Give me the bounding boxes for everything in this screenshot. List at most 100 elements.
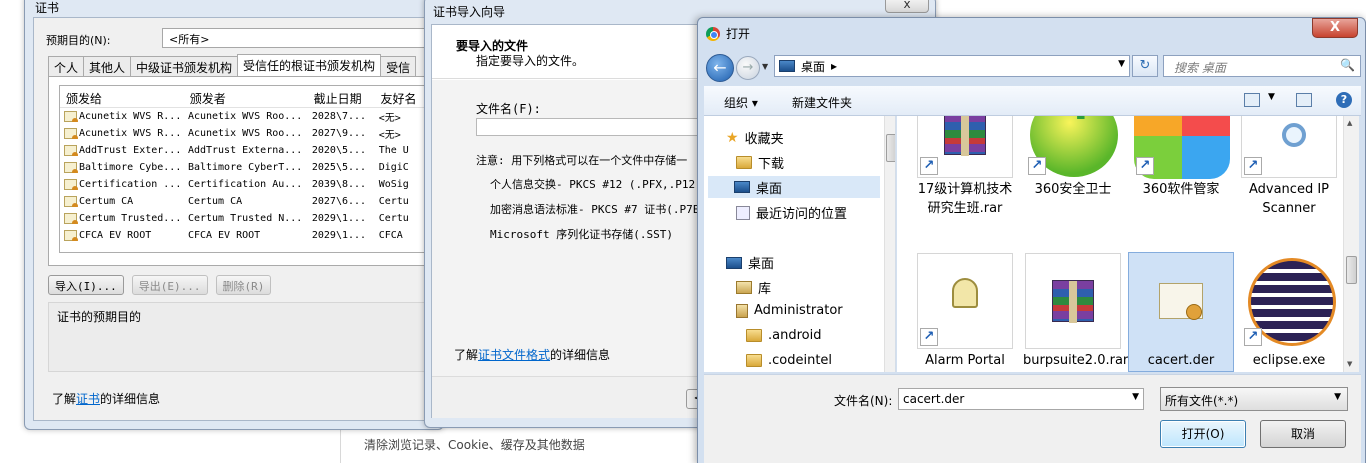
close-button[interactable]: x bbox=[885, 0, 929, 13]
chevron-down-icon[interactable]: ▼ bbox=[1118, 59, 1125, 69]
cancel-button[interactable]: 取消 bbox=[1260, 420, 1346, 448]
tab-trusted-publishers[interactable]: 受信 bbox=[380, 56, 417, 76]
nav-recent-places[interactable]: 最近访问的位置 bbox=[736, 203, 847, 222]
cell-issued-to: Acunetix WVS R... bbox=[79, 111, 182, 122]
table-row[interactable]: Certification ... Certification Au... 2039… bbox=[60, 176, 432, 193]
organize-menu[interactable]: 组织 ▾ bbox=[724, 94, 758, 111]
open-button[interactable]: 打开(O) bbox=[1160, 420, 1246, 448]
file-type-select[interactable]: 所有文件(*.*) ▼ bbox=[1160, 387, 1348, 411]
help-icon[interactable]: ? bbox=[1336, 92, 1352, 108]
toolbar: 组织 ▾ 新建文件夹 ▼ ? bbox=[704, 86, 1361, 116]
clear-browsing-data-link[interactable]: 清除浏览记录、Cookie、缓存及其他数据 bbox=[364, 436, 585, 453]
nav-libraries[interactable]: 库 bbox=[736, 278, 771, 297]
file-name: Advanced IP Scanner bbox=[1248, 182, 1330, 216]
intended-purposes-box: 证书的预期目的 bbox=[48, 302, 432, 372]
cell-issued-to: Baltimore Cybe... bbox=[79, 162, 182, 173]
shortcut-arrow-icon: ↗ bbox=[1028, 157, 1046, 175]
tab-other-people[interactable]: 其他人 bbox=[83, 56, 132, 76]
navigation-pane: ★ 收藏夹 下载 桌面 最近访问的位置 桌面 库 Administrator .a… bbox=[704, 116, 896, 372]
import-button[interactable]: 导入(I)... bbox=[48, 275, 124, 295]
close-button[interactable]: X bbox=[1312, 18, 1358, 38]
search-input[interactable]: 搜索 桌面 🔍 bbox=[1163, 55, 1361, 77]
dialog-title: 证书 bbox=[35, 1, 60, 15]
scroll-down-icon[interactable]: ▼ bbox=[1347, 360, 1352, 368]
certificate-icon bbox=[64, 128, 78, 139]
nav-desktop[interactable]: 桌面 bbox=[708, 176, 880, 198]
nav-android-folder[interactable]: .android bbox=[746, 328, 821, 343]
certificate-icon bbox=[64, 179, 78, 190]
address-bar[interactable]: 桌面 ▸ ▼ bbox=[774, 55, 1130, 77]
folder-icon bbox=[746, 354, 762, 367]
cert-file-formats-link[interactable]: 证书文件格式 bbox=[478, 348, 550, 362]
cell-expiration: 2027\9... bbox=[311, 128, 367, 139]
file-name: Alarm Portal bbox=[925, 353, 1005, 368]
address-desktop[interactable]: 桌面 bbox=[801, 58, 825, 75]
tab-personal[interactable]: 个人 bbox=[48, 56, 85, 76]
new-folder-button[interactable]: 新建文件夹 bbox=[792, 94, 852, 111]
cell-issued-by: Baltimore CyberT... bbox=[187, 162, 303, 173]
nav-administrator[interactable]: Administrator bbox=[736, 303, 843, 318]
nav-scrollbar[interactable] bbox=[884, 116, 895, 372]
nav-desktop-root[interactable]: 桌面 bbox=[726, 253, 774, 272]
table-row[interactable]: Acunetix WVS R... Acunetix WVS Roo... 2027… bbox=[60, 125, 432, 142]
cell-issued-to: AddTrust Exter... bbox=[79, 145, 182, 156]
preview-pane-icon[interactable] bbox=[1296, 93, 1312, 107]
scroll-up-icon[interactable]: ▲ bbox=[1347, 119, 1352, 127]
shortcut-arrow-icon: ↗ bbox=[1136, 157, 1154, 175]
nav-downloads[interactable]: 下载 bbox=[736, 153, 784, 172]
learn-more-prefix: 了解 bbox=[454, 348, 479, 362]
table-row[interactable]: Certum Trusted... Certum Trusted N... 2029… bbox=[60, 210, 432, 227]
remove-button[interactable]: 删除(R) bbox=[215, 275, 272, 295]
format-pfx: 个人信息交换- PKCS #12 (.PFX,.P12) bbox=[490, 178, 702, 191]
tab-trusted-root-ca[interactable]: 受信任的根证书颁发机构 bbox=[237, 54, 382, 76]
refresh-icon[interactable]: ↻ bbox=[1132, 55, 1158, 77]
table-row[interactable]: CFCA EV ROOT CFCA EV ROOT 2029\1... CFCA bbox=[60, 227, 432, 244]
file-item[interactable]: ↗ eclipse.exe bbox=[1237, 253, 1341, 370]
desktop-icon bbox=[779, 60, 795, 72]
filename-label: 文件名(F): bbox=[476, 102, 541, 116]
dialog-title: 打开 bbox=[726, 27, 751, 41]
folder-icon bbox=[736, 156, 752, 169]
scrollbar-thumb[interactable] bbox=[886, 134, 895, 162]
file-item[interactable]: ↗ Advanced IP Scanner bbox=[1237, 116, 1341, 218]
table-row[interactable]: Baltimore Cybe... Baltimore CyberT... 2025… bbox=[60, 159, 432, 176]
table-row[interactable]: AddTrust Exter... AddTrust Externa... 2020… bbox=[60, 142, 432, 159]
chevron-down-icon[interactable]: ▼ bbox=[1268, 92, 1275, 102]
back-arrow-icon[interactable]: ← bbox=[706, 54, 734, 82]
column-issued-to[interactable]: 颁发给 bbox=[60, 86, 184, 107]
nav-label: 收藏夹 bbox=[744, 132, 784, 147]
purpose-select[interactable]: <所有> bbox=[162, 28, 432, 48]
filename-input[interactable]: cacert.der ▼ bbox=[898, 388, 1144, 410]
chevron-down-icon[interactable]: ▼ bbox=[1132, 392, 1139, 402]
nav-codeintel-folder[interactable]: .codeintel bbox=[746, 353, 832, 368]
recent-locations-dropdown[interactable]: ▼ bbox=[762, 62, 768, 71]
nav-label: .android bbox=[768, 328, 822, 343]
view-options-icon[interactable] bbox=[1244, 93, 1260, 107]
file-item[interactable]: burpsuite2.0.rar bbox=[1021, 253, 1128, 370]
column-expiration[interactable]: 截止日期 bbox=[308, 86, 375, 107]
file-list-scrollbar[interactable]: ▲ ▼ bbox=[1343, 116, 1359, 372]
file-item[interactable]: ↗ 360安全卫士 bbox=[1021, 116, 1125, 199]
filename-input[interactable] bbox=[476, 118, 716, 136]
file-item[interactable]: ↗ 360软件管家 bbox=[1129, 116, 1233, 199]
breadcrumb-chevron-icon[interactable]: ▸ bbox=[831, 59, 837, 73]
file-item[interactable]: ↗ 17级计算机技术研究生班.rar bbox=[913, 116, 1017, 218]
column-issued-by[interactable]: 颁发者 bbox=[184, 86, 308, 107]
nav-favorites[interactable]: ★ 收藏夹 bbox=[726, 128, 784, 148]
nav-label: 下载 bbox=[758, 157, 785, 172]
export-button[interactable]: 导出(E)... bbox=[131, 275, 208, 295]
forward-arrow-icon[interactable]: → bbox=[736, 56, 760, 80]
nav-label: 库 bbox=[758, 282, 772, 297]
tab-intermediate-ca[interactable]: 中级证书颁发机构 bbox=[130, 56, 239, 76]
file-item[interactable]: ↗ Alarm Portal bbox=[913, 253, 1017, 370]
cell-issued-by: Acunetix WVS Roo... bbox=[187, 111, 303, 122]
table-row[interactable]: Acunetix WVS R... Acunetix WVS Roo... 2028… bbox=[60, 108, 432, 125]
table-row[interactable]: Certum CA Certum CA 2027\6... Certu bbox=[60, 193, 432, 210]
cell-expiration: 2025\5... bbox=[311, 162, 367, 173]
wizard-title: 证书导入向导 bbox=[433, 5, 506, 19]
search-placeholder: 搜索 桌面 bbox=[1174, 61, 1226, 75]
desktop-icon bbox=[726, 256, 742, 269]
file-item-selected[interactable]: cacert.der bbox=[1128, 252, 1234, 372]
scrollbar-thumb[interactable] bbox=[1346, 256, 1357, 284]
certificates-link[interactable]: 证书 bbox=[76, 392, 100, 406]
